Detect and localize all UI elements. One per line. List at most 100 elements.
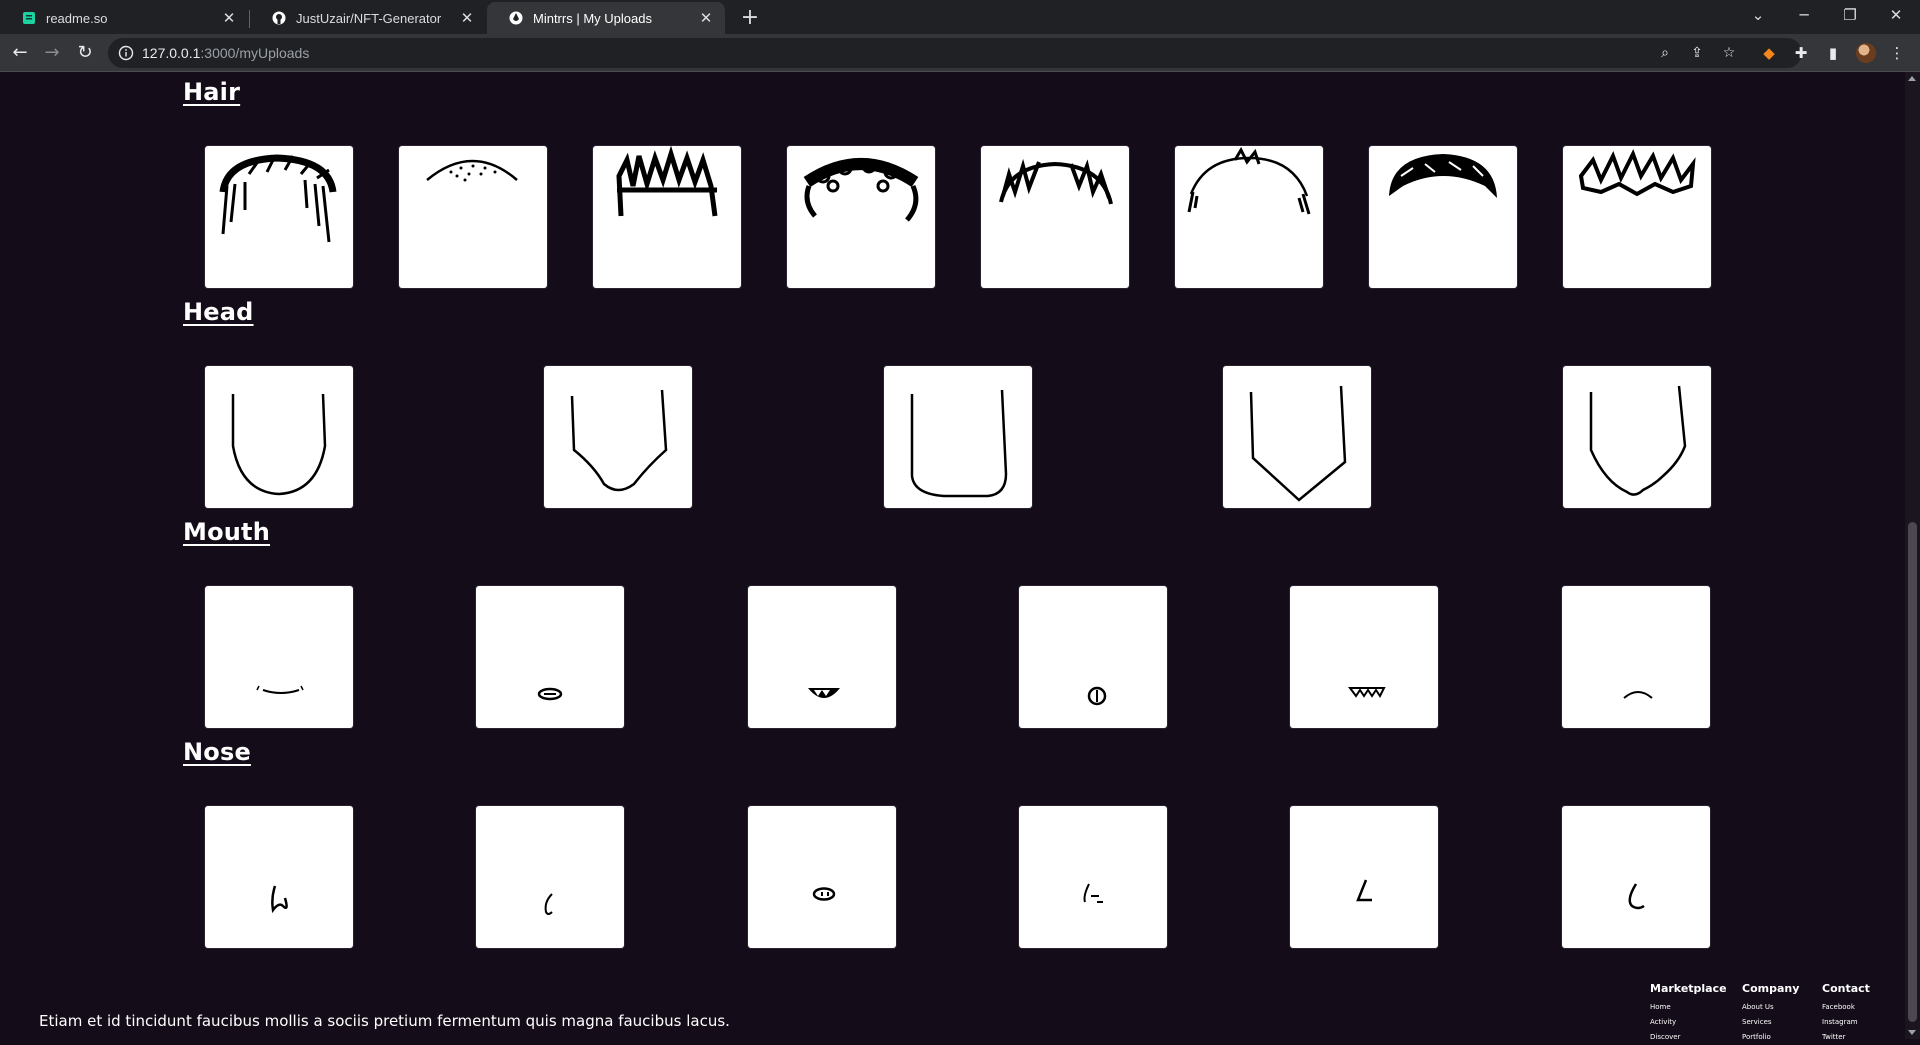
hair-trait-card[interactable] xyxy=(1563,146,1711,288)
mouth-trait-card[interactable] xyxy=(1019,586,1167,728)
hair-sketch-icon xyxy=(1187,146,1311,215)
github-icon xyxy=(272,11,286,25)
head-sketch-icon xyxy=(570,389,668,492)
hair-trait-card[interactable] xyxy=(1369,146,1517,288)
head-sketch-icon xyxy=(231,393,327,496)
nose-trait-card[interactable] xyxy=(1562,806,1710,948)
mouth-sketch-icon xyxy=(1623,691,1653,699)
head-trait-card[interactable] xyxy=(884,366,1032,508)
head-trait-card[interactable] xyxy=(544,366,692,508)
profile-avatar[interactable] xyxy=(1856,43,1876,63)
browser-toolbar: ← → ↻ 127.0.0.1:3000/myUploads ⌕ ⇪ ☆ ◆ ✚… xyxy=(0,34,1920,72)
scroll-up-icon[interactable] xyxy=(1908,76,1916,81)
browser-tab-readme[interactable]: readme.so ✕ xyxy=(0,2,248,34)
scrollbar-thumb[interactable] xyxy=(1908,522,1917,1022)
nose-trait-card[interactable] xyxy=(205,806,353,948)
mouth-sketch-icon xyxy=(808,688,840,698)
window-close-icon[interactable]: ✕ xyxy=(1873,0,1919,30)
footer-column-marketplace: Marketplace Home Activity Discover xyxy=(1650,982,1727,1045)
nose-sketch-icon xyxy=(271,885,288,914)
metamask-extension-icon[interactable]: ◆ xyxy=(1759,43,1779,63)
side-panel-icon[interactable]: ▮ xyxy=(1823,43,1843,63)
footer-column-contact: Contact Facebook Instagram Twitter xyxy=(1822,982,1870,1045)
hair-trait-card[interactable] xyxy=(205,146,353,288)
head-trait-card[interactable] xyxy=(1223,366,1371,508)
section-title-head: Head xyxy=(183,298,254,326)
menu-kebab-icon[interactable]: ⋮ xyxy=(1887,43,1907,63)
footer-link-instagram[interactable]: Instagram xyxy=(1822,1015,1870,1030)
footer-column-title: Company xyxy=(1742,982,1800,995)
head-sketch-icon xyxy=(1589,385,1687,496)
hair-sketch-icon xyxy=(803,158,919,222)
footer-column-title: Contact xyxy=(1822,982,1870,995)
hair-sketch-icon xyxy=(219,154,337,243)
nose-trait-card[interactable] xyxy=(1019,806,1167,948)
tab-label: JustUzair/NFT-Generator xyxy=(296,10,442,26)
mouth-sketch-icon xyxy=(256,685,304,694)
footer-link-discover[interactable]: Discover xyxy=(1650,1030,1727,1045)
footer-link-facebook[interactable]: Facebook xyxy=(1822,1000,1870,1015)
site-info-icon[interactable] xyxy=(118,45,134,61)
hair-trait-card[interactable] xyxy=(593,146,741,288)
nose-trait-card[interactable] xyxy=(748,806,896,948)
url-text: 127.0.0.1:3000/myUploads xyxy=(142,45,309,61)
mouth-trait-card[interactable] xyxy=(205,586,353,728)
share-icon[interactable]: ⇪ xyxy=(1688,44,1706,62)
footer-link-about-us[interactable]: About Us xyxy=(1742,1000,1799,1015)
head-sketch-icon xyxy=(910,389,1008,498)
reload-icon[interactable]: ↻ xyxy=(71,39,99,67)
forward-icon[interactable]: → xyxy=(38,39,66,67)
footer-column-company: Company About Us Services Portfolio xyxy=(1742,982,1799,1045)
head-sketch-icon xyxy=(1249,385,1347,502)
mouth-trait-card[interactable] xyxy=(748,586,896,728)
browser-tab-github[interactable]: JustUzair/NFT-Generator ✕ xyxy=(250,2,486,34)
close-icon[interactable]: ✕ xyxy=(220,9,238,27)
tab-search-icon[interactable]: ⌄ xyxy=(1735,0,1781,30)
new-tab-button[interactable]: + xyxy=(736,4,764,32)
tab-label: readme.so xyxy=(46,10,108,26)
hair-sketch-icon xyxy=(426,159,518,182)
footer-link-services[interactable]: Services xyxy=(1742,1015,1799,1030)
nose-sketch-icon xyxy=(1628,883,1645,910)
footer-link-portfolio[interactable]: Portfolio xyxy=(1742,1030,1799,1045)
nose-sketch-icon xyxy=(1083,883,1103,903)
hair-trait-card[interactable] xyxy=(787,146,935,288)
tab-label: Mintrrs | My Uploads xyxy=(533,10,652,26)
section-title-mouth: Mouth xyxy=(183,518,271,546)
restore-icon[interactable]: ❐ xyxy=(1827,0,1873,30)
section-title-nose: Nose xyxy=(183,738,251,766)
head-trait-card[interactable] xyxy=(1563,366,1711,508)
url-host: 127.0.0.1 xyxy=(142,45,201,61)
section-title-hair: Hair xyxy=(183,78,241,106)
extensions-puzzle-icon[interactable]: ✚ xyxy=(1791,43,1811,63)
nose-trait-card[interactable] xyxy=(476,806,624,948)
mintrrs-favicon-icon xyxy=(509,11,523,25)
mouth-trait-card[interactable] xyxy=(1290,586,1438,728)
zoom-icon[interactable]: ⌕ xyxy=(1656,44,1674,62)
mouth-sketch-icon xyxy=(1087,686,1107,706)
browser-tab-mintrrs[interactable]: Mintrrs | My Uploads ✕ xyxy=(487,2,725,34)
minimize-icon[interactable]: ─ xyxy=(1781,0,1827,30)
footer-link-home[interactable]: Home xyxy=(1650,1000,1727,1015)
bookmark-star-icon[interactable]: ☆ xyxy=(1720,44,1738,62)
hair-trait-card[interactable] xyxy=(981,146,1129,288)
footer-link-twitter[interactable]: Twitter xyxy=(1822,1030,1870,1045)
close-icon[interactable]: ✕ xyxy=(458,9,476,27)
hair-trait-card[interactable] xyxy=(1175,146,1323,288)
head-trait-card[interactable] xyxy=(205,366,353,508)
nose-trait-card[interactable] xyxy=(1290,806,1438,948)
mouth-trait-card[interactable] xyxy=(476,586,624,728)
back-icon[interactable]: ← xyxy=(6,39,34,67)
scroll-down-icon[interactable] xyxy=(1908,1030,1916,1035)
mouth-sketch-icon xyxy=(537,687,563,701)
url-path: :3000/myUploads xyxy=(200,45,310,61)
readme-favicon-icon xyxy=(22,11,36,25)
nose-sketch-icon xyxy=(812,887,836,901)
address-bar[interactable]: 127.0.0.1:3000/myUploads ⌕ ⇪ ☆ xyxy=(108,38,1802,68)
footer-link-activity[interactable]: Activity xyxy=(1650,1015,1727,1030)
page-scrollbar[interactable] xyxy=(1905,72,1920,1039)
hair-trait-card[interactable] xyxy=(399,146,547,288)
mouth-trait-card[interactable] xyxy=(1562,586,1710,728)
hair-sketch-icon xyxy=(616,146,718,217)
close-icon[interactable]: ✕ xyxy=(697,9,715,27)
